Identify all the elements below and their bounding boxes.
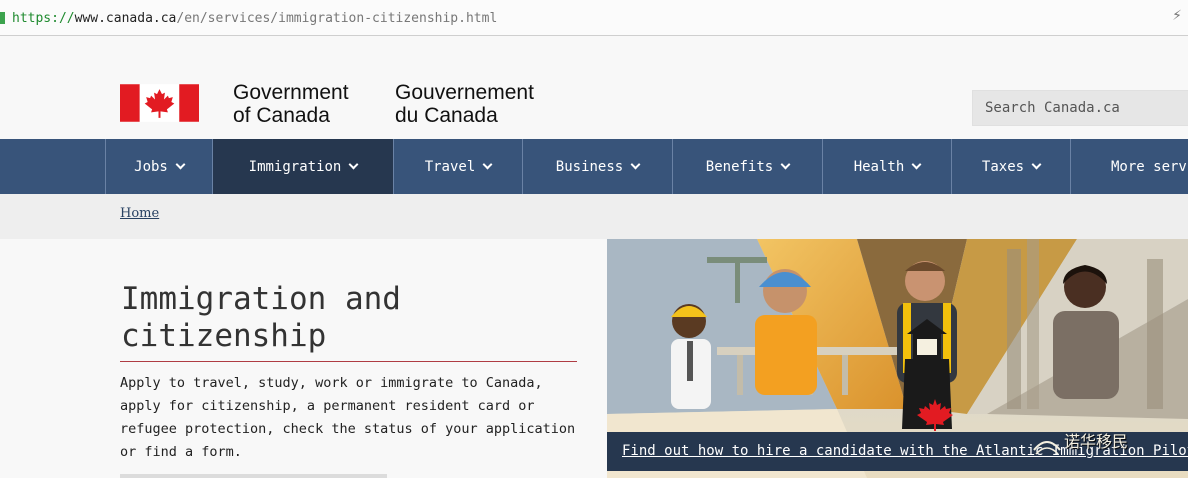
nav-item-label: Benefits (705, 158, 774, 175)
nav-item-immigration[interactable]: Immigration (212, 139, 393, 194)
nav-item-business[interactable]: Business (522, 139, 672, 194)
nav-item-label: Taxes (981, 158, 1025, 175)
nav-item-label: Immigration (248, 158, 342, 175)
breadcrumb-home-link[interactable]: Home (120, 206, 159, 221)
nav-item-taxes[interactable]: Taxes (951, 139, 1070, 194)
main-nav: Jobs Immigration Travel Business Benefit… (0, 139, 1188, 194)
site-header: Government of Canada Gouvernement du Can… (0, 37, 1188, 139)
intro-line: Apply to travel, study, work or immigrat… (120, 375, 543, 391)
browser-address-bar[interactable]: https://www.canada.ca/en/services/immigr… (0, 0, 1188, 36)
gouvernement-du-canada-signature[interactable]: Gouvernement du Canada (395, 81, 534, 127)
nav-item-health[interactable]: Health (822, 139, 951, 194)
chevron-down-icon (780, 159, 791, 169)
url-host: www.canada.ca (74, 10, 177, 26)
section-stub (120, 474, 387, 478)
watermark-text: 诺华移民 (1064, 432, 1129, 451)
url-path: /en/services/immigration-citizenship.htm… (176, 10, 498, 26)
chevron-down-icon (482, 159, 493, 169)
url-text[interactable]: https://www.canada.ca/en/services/immigr… (0, 8, 497, 28)
canada-flag-icon[interactable] (120, 84, 199, 122)
page-title-line2: citizenship (121, 318, 327, 354)
intro-line: apply for citizenship, a permanent resid… (120, 398, 535, 414)
chevron-down-icon (175, 159, 186, 169)
url-protocol: https:// (12, 10, 75, 26)
chevron-down-icon (348, 159, 359, 169)
nav-item-benefits[interactable]: Benefits (672, 139, 822, 194)
signature-fr-line2: du Canada (395, 104, 498, 127)
nav-item-travel[interactable]: Travel (393, 139, 522, 194)
breadcrumb: Home (0, 194, 1188, 239)
search-input[interactable] (973, 91, 1188, 125)
intro-paragraph: Apply to travel, study, work or immigrat… (120, 372, 580, 464)
chevron-down-icon (1031, 159, 1042, 169)
signature-en-line1: Government (233, 81, 349, 104)
nav-item-more-services[interactable]: More servi (1070, 139, 1188, 194)
secure-lock-icon (0, 12, 5, 24)
chevron-down-icon (911, 159, 922, 169)
signature-en-line2: of Canada (233, 104, 330, 127)
nav-item-jobs[interactable]: Jobs (105, 139, 212, 194)
nav-item-label: Jobs (134, 158, 168, 175)
nav-item-label: Travel (424, 158, 476, 175)
government-of-canada-signature[interactable]: Government of Canada (233, 81, 349, 127)
search-box (972, 90, 1188, 126)
page-title-line1: Immigration and (121, 281, 401, 317)
watermark-emblem-icon (1033, 441, 1061, 455)
lightning-icon[interactable]: ⚡ (1172, 8, 1182, 24)
nav-item-label: More servi (1111, 158, 1188, 175)
intro-line: or find a form. (120, 444, 242, 460)
signature-fr-line1: Gouvernement (395, 81, 534, 104)
intro-line: refugee protection, check the status of … (120, 421, 576, 437)
nav-item-label: Health (853, 158, 905, 175)
chevron-down-icon (630, 159, 641, 169)
title-underline (120, 361, 577, 362)
watermark-logo: 诺华移民 (1032, 428, 1180, 468)
page-title: Immigration and citizenship (121, 281, 581, 355)
nav-item-label: Business (555, 158, 624, 175)
